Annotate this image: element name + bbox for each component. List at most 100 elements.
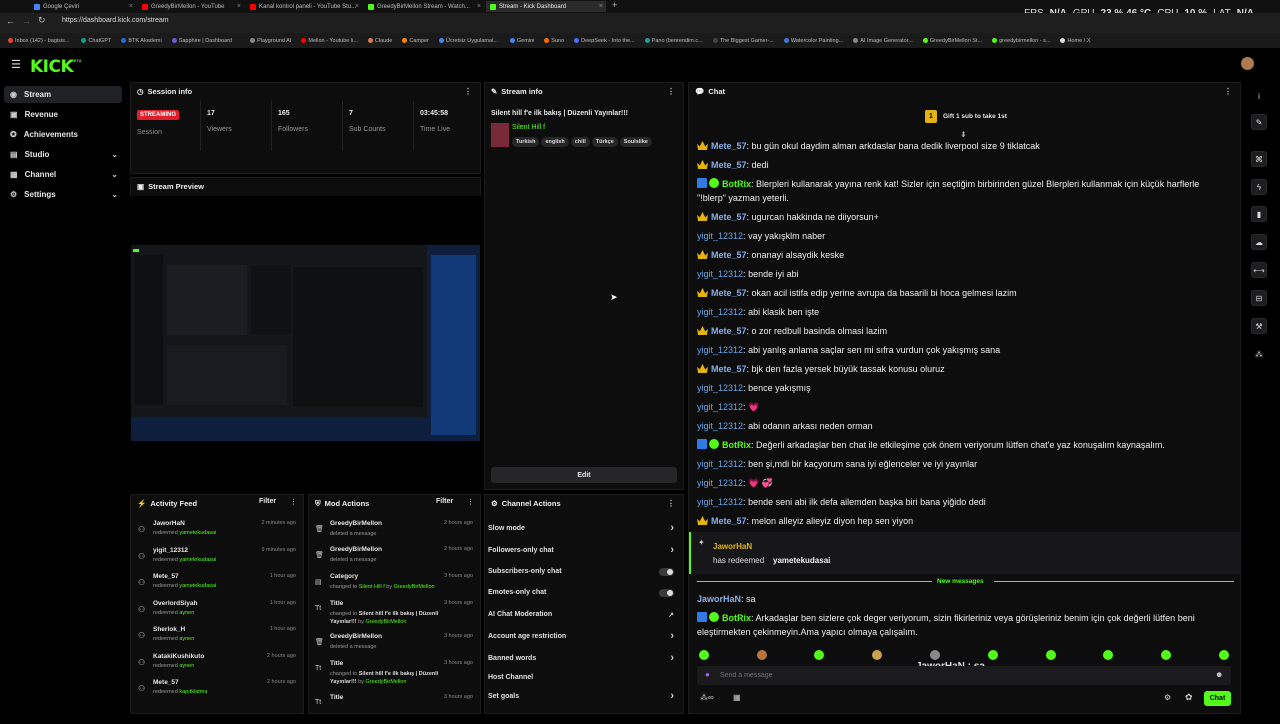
- mod-action-title[interactable]: Category: [330, 573, 358, 580]
- activity-filter-button[interactable]: Filter: [259, 498, 276, 505]
- activity-user[interactable]: KatakiKushikuto: [153, 653, 204, 660]
- more-icon[interactable]: ⋮: [1224, 87, 1232, 96]
- scroll-pin-icon[interactable]: ⇟: [960, 130, 967, 139]
- channel-action-slow-mode[interactable]: Slow mode ›: [488, 522, 680, 535]
- gift-leaderboard-text[interactable]: Gift 1 sub to take 1st: [943, 113, 1007, 120]
- bookmark-item[interactable]: Watercolor Painting...: [783, 38, 843, 44]
- info-icon[interactable]: i: [1251, 88, 1267, 104]
- chevron-right-icon[interactable]: ›: [670, 630, 674, 642]
- sidebar-item-channel[interactable]: ▦ Channel ⌄: [4, 166, 122, 183]
- channel-action-ai-chat-moderation[interactable]: AI Chat Moderation ↗: [488, 611, 680, 621]
- hamburger-menu-icon[interactable]: ☰: [11, 58, 21, 71]
- chat-username[interactable]: Mete_57: [711, 160, 747, 170]
- bookmark-item[interactable]: Inbox (142) - bagisis...: [8, 38, 69, 44]
- bookmark-item[interactable]: BTK Akademi: [121, 38, 162, 44]
- chat-message-input[interactable]: [720, 668, 1200, 683]
- mod-action-title[interactable]: GreedyBirMellon: [330, 520, 382, 527]
- settings-gear-icon[interactable]: ⚙: [1164, 693, 1171, 702]
- new-messages-divider[interactable]: New messages: [937, 578, 984, 585]
- bookmark-item[interactable]: Gemini: [509, 38, 534, 44]
- bookmark-item[interactable]: Claude: [367, 38, 392, 44]
- chevron-down-icon[interactable]: ⌄: [111, 150, 118, 159]
- chat-username[interactable]: yigit_12312: [697, 421, 743, 431]
- chat-username[interactable]: Mete_57: [711, 516, 747, 526]
- chat-username[interactable]: Mete_57: [711, 288, 747, 298]
- chat-username[interactable]: Mete_57: [711, 250, 747, 260]
- cookie-icon[interactable]: ✿: [1185, 692, 1193, 703]
- sound-icon[interactable]: ⟷: [1251, 262, 1267, 278]
- bookmark-item[interactable]: ChatGPT: [81, 38, 111, 44]
- edit-button[interactable]: Edit: [491, 467, 677, 483]
- chat-username[interactable]: JaworHaN: [697, 594, 741, 604]
- emote-icon[interactable]: [757, 650, 767, 660]
- chat-username[interactable]: yigit_12312: [697, 497, 743, 507]
- more-icon[interactable]: ⋮: [667, 87, 675, 96]
- emote-icon[interactable]: [872, 650, 882, 660]
- chat-username[interactable]: yigit_12312: [697, 269, 743, 279]
- channel-action-set-goals[interactable]: Set goals ›: [488, 690, 680, 703]
- calendar-icon[interactable]: ⊟: [1251, 290, 1267, 306]
- emote-icon[interactable]: [1103, 650, 1113, 660]
- mod-filter-button[interactable]: Filter: [436, 498, 453, 505]
- mod-action-title[interactable]: GreedyBirMellon: [330, 633, 382, 640]
- tag-chip[interactable]: english: [541, 137, 569, 147]
- browser-tab[interactable]: Kanal kontrol paneli - YouTube Stu... ×: [246, 1, 362, 12]
- bookmark-item[interactable]: greedybirmellon - s...: [992, 38, 1050, 44]
- external-link-icon[interactable]: ↗: [668, 611, 674, 619]
- browser-tab[interactable]: Stream - Kick Dashboard ×: [486, 1, 606, 12]
- more-icon[interactable]: ⋮: [464, 87, 472, 96]
- toggle-switch[interactable]: [659, 568, 674, 576]
- chat-username[interactable]: Mete_57: [711, 364, 747, 374]
- chat-username[interactable]: yigit_12312: [697, 459, 743, 469]
- emote-icon[interactable]: [1161, 650, 1171, 660]
- sidebar-item-stream[interactable]: ◉ Stream: [4, 86, 122, 103]
- chat-username[interactable]: yigit_12312: [697, 307, 743, 317]
- chevron-down-icon[interactable]: ⌄: [111, 190, 118, 199]
- more-icon[interactable]: ⋮: [667, 499, 675, 508]
- emote-icon[interactable]: [988, 650, 998, 660]
- chat-username[interactable]: BotRix: [722, 613, 751, 623]
- close-tab-icon[interactable]: ×: [237, 3, 241, 10]
- chevron-right-icon[interactable]: ›: [670, 522, 674, 534]
- sidebar-item-studio[interactable]: ▤ Studio ⌄: [4, 146, 122, 163]
- category-name[interactable]: Silent Hill f: [512, 124, 545, 131]
- sidebar-item-settings[interactable]: ⚙ Settings ⌄: [4, 186, 122, 203]
- bookmark-item[interactable]: Ücretsiz Uygulamal...: [438, 38, 498, 44]
- chat-bubble-icon[interactable]: ☁: [1251, 234, 1267, 250]
- new-tab-button[interactable]: +: [612, 0, 617, 10]
- microphone-icon[interactable]: ●: [705, 670, 710, 679]
- bookmark-item[interactable]: GreedyBirMellon St...: [922, 38, 982, 44]
- close-tab-icon[interactable]: ×: [599, 3, 603, 10]
- forward-icon[interactable]: →: [22, 16, 31, 26]
- chat-username[interactable]: yigit_12312: [697, 478, 743, 488]
- chat-send-button[interactable]: Chat: [1204, 691, 1231, 706]
- edit-icon[interactable]: ✎: [1251, 114, 1267, 130]
- reload-icon[interactable]: ↻: [38, 15, 46, 26]
- channel-action-followers-only-chat[interactable]: Followers-only chat ›: [488, 544, 680, 557]
- mod-action-title[interactable]: Title: [330, 694, 343, 701]
- bookmark-item[interactable]: Pano (benrendim.c...: [644, 38, 703, 44]
- chat-username[interactable]: BotRix: [722, 440, 751, 450]
- bookmark-item[interactable]: Playground AI: [250, 38, 291, 44]
- emoji-icon[interactable]: ☻: [1215, 670, 1223, 679]
- chevron-down-icon[interactable]: ⌄: [111, 170, 118, 179]
- kick-logo[interactable]: KICK: [30, 57, 74, 77]
- bookmark-item[interactable]: AI Image Generator...: [853, 38, 913, 44]
- wrench-icon[interactable]: ⚒: [1251, 318, 1267, 334]
- bookmark-item[interactable]: Camper: [402, 38, 429, 44]
- tag-chip[interactable]: Turkish: [512, 137, 540, 147]
- channel-action-account-age-restriction[interactable]: Account age restriction ›: [488, 630, 680, 643]
- url-field[interactable]: https://dashboard.kick.com/stream: [62, 17, 169, 24]
- more-icon[interactable]: ⋮: [467, 498, 474, 506]
- activity-user[interactable]: OverlordSiyah: [153, 600, 197, 607]
- tag-chip[interactable]: Türkçe: [591, 137, 618, 147]
- bookmark-item[interactable]: Suno: [544, 38, 564, 44]
- chat-username[interactable]: BotRix: [722, 179, 751, 189]
- emote-icon[interactable]: [814, 650, 824, 660]
- redeem-user[interactable]: JaworHaN: [713, 542, 752, 551]
- activity-user[interactable]: Mete_57: [153, 679, 179, 686]
- activity-user[interactable]: Sherlok_H: [153, 626, 185, 633]
- mod-action-title[interactable]: GreedyBirMellon: [330, 546, 382, 553]
- chevron-right-icon[interactable]: ›: [670, 544, 674, 556]
- bookmark-item[interactable]: Sapphire | Dashboard: [171, 38, 232, 44]
